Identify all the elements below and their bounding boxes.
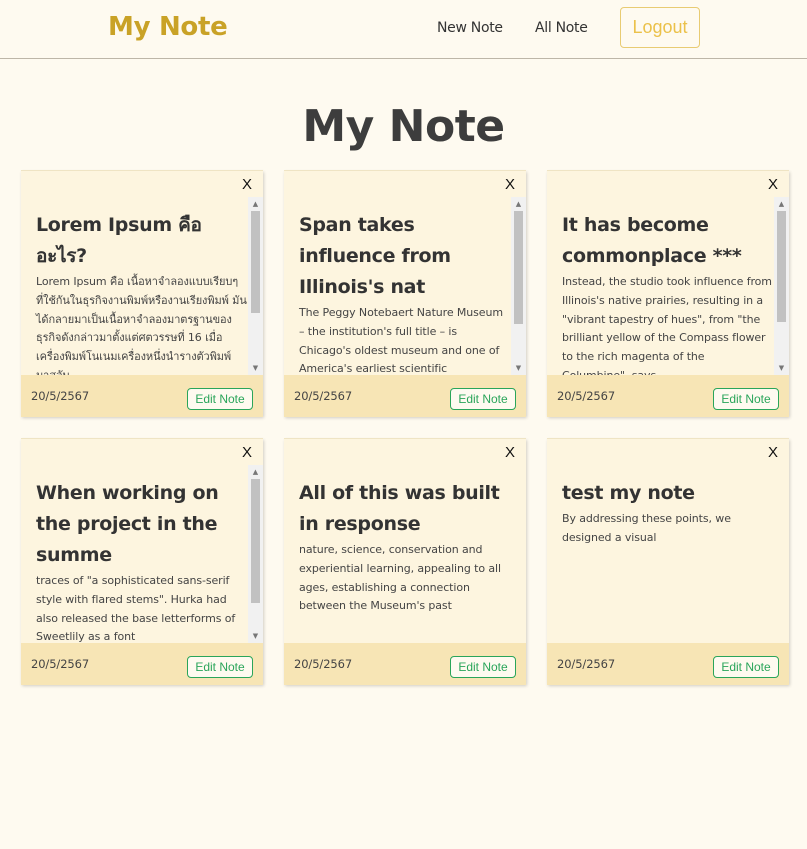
note-body-scroll-area[interactable]: Span takes influence from Illinois's nat… [284, 197, 526, 375]
close-icon[interactable]: X [768, 444, 778, 461]
note-card: X When working on the project in the sum… [21, 438, 263, 685]
note-card: X It has become commonplace *** Instead,… [547, 170, 789, 417]
close-icon[interactable]: X [242, 444, 252, 461]
note-card: X Lorem Ipsum คือ อะไร? Lorem Ipsum คือ … [21, 170, 263, 417]
close-icon[interactable]: X [768, 176, 778, 193]
note-title: Lorem Ipsum คือ อะไร? [36, 214, 202, 267]
note-card: X All of this was built in response natu… [284, 438, 526, 685]
note-body: test my note By addressing these points,… [547, 465, 789, 643]
note-footer: 20/5/2567 Edit Note [284, 375, 526, 417]
note-title: It has become commonplace *** [562, 214, 742, 267]
note-date: 20/5/2567 [294, 389, 353, 403]
scroll-down-arrow-icon[interactable]: ▼ [248, 629, 263, 643]
close-icon[interactable]: X [505, 176, 515, 193]
brand-logo[interactable]: My Note [108, 12, 228, 42]
note-card: X Span takes influence from Illinois's n… [284, 170, 526, 417]
scroll-down-arrow-icon[interactable]: ▼ [248, 361, 263, 375]
note-text: traces of "a sophisticated sans-serif st… [36, 574, 236, 643]
edit-note-button[interactable]: Edit Note [187, 388, 253, 410]
edit-note-button[interactable]: Edit Note [713, 656, 779, 678]
note-footer: 20/5/2567 Edit Note [284, 643, 526, 685]
scrollbar[interactable]: ▲ ▼ [774, 197, 789, 375]
edit-note-button[interactable]: Edit Note [713, 388, 779, 410]
scroll-up-arrow-icon[interactable]: ▲ [774, 197, 789, 211]
note-body: All of this was built in response nature… [284, 465, 526, 643]
scroll-down-arrow-icon[interactable]: ▼ [511, 361, 526, 375]
note-footer: 20/5/2567 Edit Note [547, 375, 789, 417]
note-date: 20/5/2567 [31, 389, 90, 403]
note-text: Lorem Ipsum คือ เนื้อหาจำลองแบบเรียบๆ ที… [36, 275, 247, 375]
note-card: X test my note By addressing these point… [547, 438, 789, 685]
close-icon[interactable]: X [505, 444, 515, 461]
note-date: 20/5/2567 [557, 657, 616, 671]
note-date: 20/5/2567 [557, 389, 616, 403]
note-content: All of this was built in response nature… [299, 478, 511, 616]
note-title: Span takes influence from Illinois's nat [299, 214, 451, 298]
edit-note-button[interactable]: Edit Note [187, 656, 253, 678]
edit-note-button[interactable]: Edit Note [450, 656, 516, 678]
scrollbar[interactable]: ▲ ▼ [511, 197, 526, 375]
note-content: test my note By addressing these points,… [562, 478, 774, 548]
scroll-down-arrow-icon[interactable]: ▼ [774, 361, 789, 375]
scrollbar[interactable]: ▲ ▼ [248, 197, 263, 375]
scroll-thumb[interactable] [251, 479, 260, 603]
logout-button[interactable]: Logout [620, 7, 700, 48]
nav-new-note-link[interactable]: New Note [437, 20, 503, 36]
note-content: When working on the project in the summe… [36, 478, 248, 643]
note-title: All of this was built in response [299, 482, 500, 535]
note-footer: 20/5/2567 Edit Note [21, 643, 263, 685]
note-text: By addressing these points, we designed … [562, 512, 731, 544]
note-content: It has become commonplace *** Instead, t… [562, 210, 774, 375]
note-footer: 20/5/2567 Edit Note [21, 375, 263, 417]
close-icon[interactable]: X [242, 176, 252, 193]
scrollbar[interactable]: ▲ ▼ [248, 465, 263, 643]
note-title: test my note [562, 482, 695, 504]
page-title: My Note [302, 101, 505, 152]
scroll-thumb[interactable] [777, 211, 786, 322]
scroll-up-arrow-icon[interactable]: ▲ [248, 197, 263, 211]
note-date: 20/5/2567 [294, 657, 353, 671]
note-title: When working on the project in the summe [36, 482, 219, 566]
note-text: Instead, the studio took influence from … [562, 275, 772, 375]
navbar: My Note New Note All Note Logout [0, 0, 807, 59]
scroll-thumb[interactable] [514, 211, 523, 324]
scroll-up-arrow-icon[interactable]: ▲ [248, 465, 263, 479]
nav-all-note-link[interactable]: All Note [535, 20, 588, 36]
scroll-thumb[interactable] [251, 211, 260, 313]
note-body-scroll-area[interactable]: Lorem Ipsum คือ อะไร? Lorem Ipsum คือ เน… [21, 197, 263, 375]
note-text: The Peggy Notebaert Nature Museum – the … [299, 306, 503, 375]
note-content: Span takes influence from Illinois's nat… [299, 210, 511, 375]
note-text: nature, science, conservation and experi… [299, 543, 501, 613]
edit-note-button[interactable]: Edit Note [450, 388, 516, 410]
note-footer: 20/5/2567 Edit Note [547, 643, 789, 685]
note-content: Lorem Ipsum คือ อะไร? Lorem Ipsum คือ เน… [36, 210, 248, 375]
scroll-up-arrow-icon[interactable]: ▲ [511, 197, 526, 211]
note-date: 20/5/2567 [31, 657, 90, 671]
note-body-scroll-area[interactable]: It has become commonplace *** Instead, t… [547, 197, 789, 375]
note-body-scroll-area[interactable]: When working on the project in the summe… [21, 465, 263, 643]
